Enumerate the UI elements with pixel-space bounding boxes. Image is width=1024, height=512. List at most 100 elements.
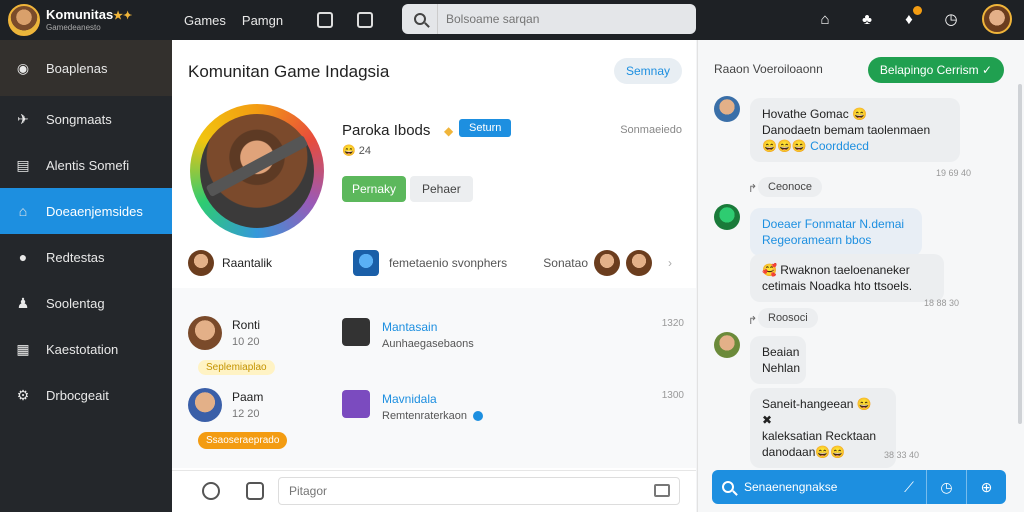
friends-right[interactable]: Sonatao › bbox=[543, 250, 672, 276]
sidebar-item-label: Redtestas bbox=[46, 249, 105, 265]
search-button[interactable] bbox=[402, 4, 438, 34]
search-icon bbox=[413, 13, 426, 25]
feed-tag[interactable]: Seplemiaplao bbox=[198, 360, 275, 375]
chat-search[interactable]: Senaenengnakse bbox=[712, 480, 892, 494]
msg-line: cetimais Noadka hto ttsoels. bbox=[762, 279, 913, 293]
reply-icon: ↱ bbox=[748, 315, 758, 327]
profile-badge[interactable]: Seturn bbox=[459, 119, 512, 137]
sidebar-item-soolentag[interactable]: ♟ Soolentag bbox=[0, 280, 172, 326]
msg-line: Hovathe Gomac 😄 bbox=[762, 107, 867, 121]
brand-subtitle: Gamedeanesto bbox=[46, 23, 101, 32]
friends-right-label: Sonatao bbox=[543, 256, 588, 270]
feed-author: Paam bbox=[232, 390, 264, 404]
sidebar-item-drbocgeait[interactable]: ⚙ Drbocgeait bbox=[0, 372, 172, 418]
feed-desc-text: Remtenraterkaon bbox=[382, 410, 467, 422]
feed-desc: Aunhaegasebaons bbox=[382, 338, 474, 350]
msg-line: 😄😄😄 Coorddecd bbox=[762, 138, 948, 154]
sidebar-item-kaestotation[interactable]: ▦ Kaestotation bbox=[0, 326, 172, 372]
top-icon-group bbox=[317, 12, 374, 28]
feed-stamp: 1320 bbox=[661, 318, 684, 329]
friend-avatar bbox=[626, 250, 652, 276]
chat-header: Raaon Voeroiloaonn bbox=[714, 62, 823, 76]
msg-line: kaleksatian Recktaan bbox=[762, 429, 877, 443]
clock-icon[interactable]: ◷ bbox=[926, 470, 966, 504]
activity-feed: Ronti 10 20 Mantasain Aunhaegasebaons 13… bbox=[172, 288, 696, 468]
star-icon: ◆ bbox=[444, 124, 454, 138]
friend-avatar[interactable] bbox=[188, 250, 214, 276]
avatar[interactable] bbox=[714, 96, 740, 122]
document-icon: ▤ bbox=[16, 156, 30, 173]
chat-header-button[interactable]: Belapingo Cerrism ✓ bbox=[867, 57, 1004, 83]
chat-message: Doeaer Fonmatar N.demai Regeoramearn bbo… bbox=[750, 208, 922, 256]
friends-center-label: femetaenio svonphers bbox=[389, 256, 508, 270]
avatar bbox=[188, 316, 222, 350]
feed-desc: Remtenraterkaon bbox=[382, 410, 483, 422]
brand-title: Komunitas★✦ bbox=[46, 8, 132, 22]
top-action-button[interactable]: Semnay bbox=[613, 58, 682, 84]
msg-line: 🥰 Rwaknon taeloenaneker bbox=[762, 263, 910, 277]
friends-row: Raantalik femetaenio svonphers Sonatao › bbox=[188, 248, 684, 278]
secondary-button[interactable]: Pehaer bbox=[410, 176, 473, 202]
user-avatar[interactable] bbox=[982, 4, 1012, 34]
msg-line: danodaan😄😄 bbox=[762, 445, 846, 459]
page-title: Komunitan Game Indagsia bbox=[188, 62, 390, 81]
search-input[interactable] bbox=[446, 12, 666, 26]
msg-link[interactable]: Coorddecd bbox=[810, 139, 869, 153]
notification-icon[interactable]: ♦ bbox=[898, 6, 922, 30]
camera-icon[interactable] bbox=[202, 482, 220, 500]
feed-title[interactable]: Mantasain bbox=[382, 320, 437, 334]
feed-time: 12 20 bbox=[232, 408, 260, 420]
avatar[interactable] bbox=[714, 204, 740, 230]
game-thumbnail bbox=[342, 318, 370, 346]
brand-name: Komunitas bbox=[46, 7, 114, 22]
msg-line: Regeoramearn bbos bbox=[762, 233, 872, 247]
keyboard-icon: ▦ bbox=[16, 340, 30, 357]
chat-scrollbar[interactable] bbox=[1018, 84, 1022, 424]
image-icon[interactable] bbox=[654, 484, 670, 497]
home-icon[interactable]: ⌂ bbox=[814, 8, 836, 30]
feed-author: Ronti bbox=[232, 318, 261, 332]
chat-message: Beaian Nehlan bbox=[750, 336, 806, 384]
primary-button[interactable]: Pernaky bbox=[342, 176, 407, 202]
profile-sub-value: 24 bbox=[358, 145, 372, 157]
topbar-actions: ⌂ ♣ ♦ ◷ bbox=[814, 4, 1012, 34]
reply-chip[interactable]: Roosoci bbox=[758, 308, 818, 328]
link-icon[interactable]: ⟋ bbox=[892, 470, 926, 504]
bird-icon: ✈ bbox=[17, 110, 29, 127]
friends-left-label: Raantalik bbox=[222, 256, 273, 270]
msg-line: Nehlan bbox=[762, 361, 801, 375]
sidebar-item-redtestas[interactable]: ● Redtestas bbox=[0, 234, 172, 280]
composer-input[interactable] bbox=[278, 477, 680, 505]
sidebar-item-songmaats[interactable]: ✈ Songmaats bbox=[0, 96, 172, 142]
reply-chip[interactable]: Ceonoce bbox=[758, 177, 823, 197]
msg-line: Danodaetn bemam taolenmaen bbox=[762, 123, 931, 137]
top-nav: Games Pamgn bbox=[184, 13, 283, 28]
chat-header-button-label: Belapingo Cerrism bbox=[879, 63, 979, 77]
friends-center[interactable]: femetaenio svonphers bbox=[343, 250, 507, 276]
feed-title[interactable]: Mavnidala bbox=[382, 392, 437, 406]
avatar[interactable] bbox=[714, 332, 740, 358]
bookmark-icon[interactable] bbox=[357, 12, 374, 28]
users-icon[interactable]: ♣ bbox=[856, 8, 878, 30]
sidebar-item-boaplenas[interactable]: ◉ Boaplenas bbox=[0, 40, 172, 96]
feed-tag[interactable]: Ssaoseraeprado bbox=[198, 432, 288, 449]
feed-stamp: 1300 bbox=[661, 390, 684, 401]
feed-time: 10 20 bbox=[232, 336, 260, 348]
search-bar[interactable] bbox=[402, 4, 696, 34]
settings-icon: ⚙ bbox=[16, 386, 30, 403]
sidebar-item-label: Alentis Somefi bbox=[46, 157, 130, 173]
clock-icon[interactable]: ◷ bbox=[940, 8, 962, 30]
main-panel: Komunitan Game Indagsia Semnay Paroka Ib… bbox=[172, 40, 696, 512]
sidebar-item-alentis[interactable]: ▤ Alentis Somefi bbox=[0, 142, 172, 188]
profile-name: Paroka Ibods bbox=[342, 122, 431, 139]
brand-logo[interactable]: Komunitas★✦ Gamedeanesto bbox=[0, 4, 172, 36]
home-icon: ⌂ bbox=[18, 203, 28, 219]
nav-games[interactable]: Games bbox=[184, 13, 226, 28]
globe-icon[interactable]: ⊕ bbox=[966, 470, 1006, 504]
attach-icon[interactable] bbox=[246, 482, 264, 500]
sidebar-item-doeaenjemsides[interactable]: ⌂ Doeaenjemsides bbox=[0, 188, 172, 234]
chevron-right-icon[interactable]: › bbox=[668, 256, 672, 270]
nav-pamgn[interactable]: Pamgn bbox=[242, 13, 283, 28]
sidebar-item-label: Songmaats bbox=[46, 111, 112, 127]
device-icon[interactable] bbox=[317, 12, 334, 28]
